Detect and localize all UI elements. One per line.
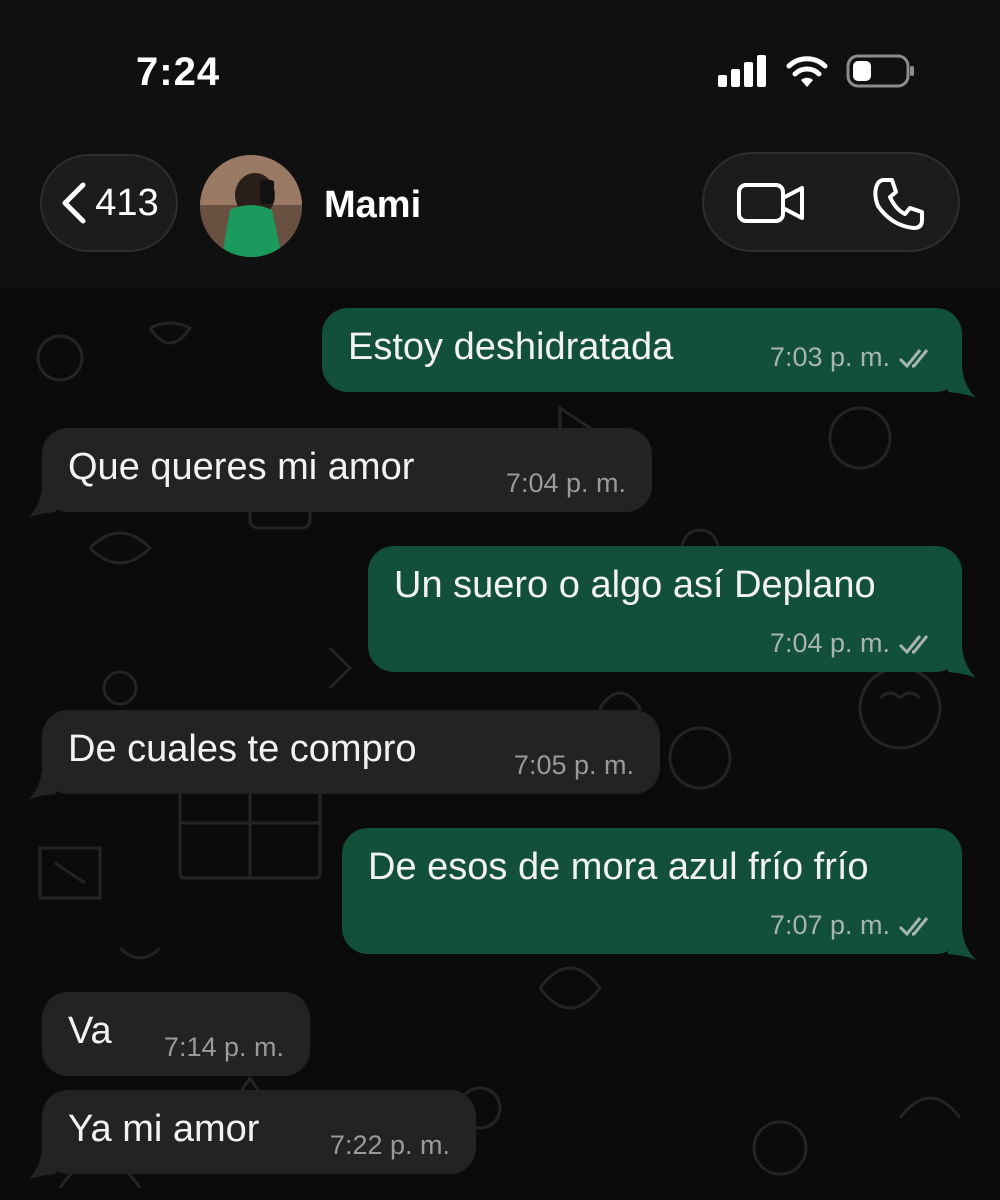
message-text: De esos de mora azul frío frío bbox=[368, 846, 869, 888]
status-time: 7:24 bbox=[136, 50, 221, 94]
phone-icon bbox=[873, 178, 924, 230]
message-outgoing[interactable]: Estoy deshidratada 7:03 p. m. bbox=[322, 308, 962, 392]
message-list[interactable]: Estoy deshidratada 7:03 p. m. Que queres… bbox=[0, 288, 1000, 1200]
message-text: De cuales te compro bbox=[68, 728, 417, 770]
bubble-tail bbox=[28, 770, 56, 800]
message-incoming[interactable]: De cuales te compro 7:05 p. m. bbox=[42, 710, 660, 794]
message-time: 7:14 p. m. bbox=[163, 1032, 284, 1062]
message-text: Un suero o algo así Deplano bbox=[394, 564, 876, 606]
read-receipt-icon bbox=[898, 634, 929, 654]
message-time: 7:05 p. m. bbox=[513, 750, 634, 780]
message-text: Que queres mi amor bbox=[68, 446, 415, 488]
contact-name[interactable]: Mami bbox=[324, 184, 421, 227]
message-time: 7:04 p. m. bbox=[770, 628, 936, 659]
message-text: Estoy deshidratada bbox=[348, 326, 674, 368]
chat-header: 413 Mami bbox=[0, 140, 1000, 288]
bubble-tail bbox=[948, 648, 976, 678]
avatar-photo bbox=[200, 155, 302, 257]
message-time: 7:03 p. m. bbox=[770, 342, 936, 373]
cellular-signal-icon bbox=[718, 55, 766, 87]
read-receipt-icon bbox=[898, 916, 929, 936]
call-buttons bbox=[702, 152, 960, 252]
back-button[interactable]: 413 bbox=[40, 154, 178, 252]
status-icons bbox=[718, 54, 916, 88]
message-incoming[interactable]: Ya mi amor 7:22 p. m. bbox=[42, 1090, 476, 1174]
bubble-tail bbox=[948, 930, 976, 960]
chevron-left-icon bbox=[62, 182, 86, 224]
bubble-tail bbox=[28, 488, 56, 518]
message-text: Ya mi amor bbox=[68, 1108, 260, 1150]
avatar[interactable] bbox=[200, 155, 302, 257]
bubble-tail bbox=[948, 368, 976, 398]
message-text: Va bbox=[68, 1010, 112, 1052]
message-time: 7:04 p. m. bbox=[505, 468, 626, 498]
message-outgoing[interactable]: De esos de mora azul frío frío 7:07 p. m… bbox=[342, 828, 962, 954]
status-bar: 7:24 bbox=[0, 0, 1000, 140]
wifi-icon bbox=[786, 56, 828, 87]
read-receipt-icon bbox=[898, 348, 929, 368]
video-call-button[interactable] bbox=[736, 180, 806, 231]
video-call-icon bbox=[737, 183, 804, 223]
message-time: 7:22 p. m. bbox=[329, 1130, 450, 1160]
battery-icon bbox=[846, 54, 914, 88]
voice-call-button[interactable] bbox=[870, 176, 926, 237]
unread-count: 413 bbox=[95, 181, 159, 224]
bubble-tail bbox=[28, 1150, 56, 1180]
message-incoming[interactable]: Va 7:14 p. m. bbox=[42, 992, 310, 1076]
message-incoming[interactable]: Que queres mi amor 7:04 p. m. bbox=[42, 428, 652, 512]
message-outgoing[interactable]: Un suero o algo así Deplano 7:04 p. m. bbox=[368, 546, 962, 672]
message-time: 7:07 p. m. bbox=[770, 910, 936, 941]
